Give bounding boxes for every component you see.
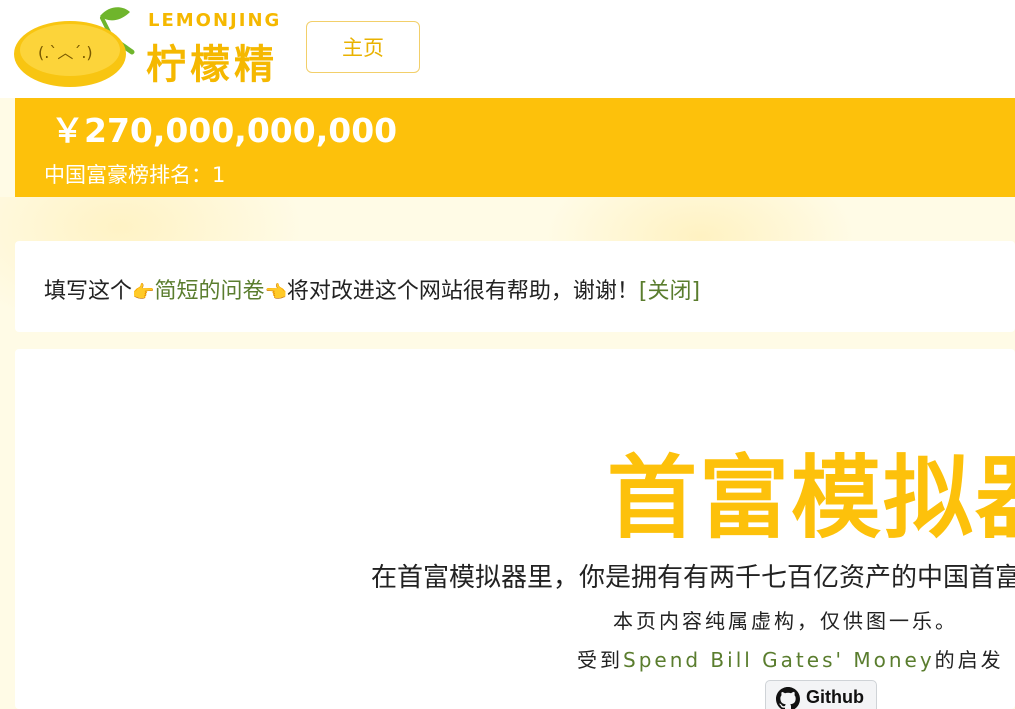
page-subtitle: 在首富模拟器里，你是拥有有两千七百亿资产的中国首富 xyxy=(371,563,1015,593)
rich-list-rank: 中国富豪榜排名：1 xyxy=(44,163,226,187)
site-header: (.ˋ︿ˊ.) LEMONJING 柠檬精 主页 xyxy=(0,0,1015,98)
pointing-right-hand-icon: 👉 xyxy=(132,282,155,303)
survey-notice-text: 填写这个👉简短的问卷👈将对改进这个网站很有帮助，谢谢！[关闭] xyxy=(44,273,700,305)
notice-prefix: 填写这个 xyxy=(44,279,133,304)
money-bar: ￥270,000,000,000 中国富豪榜排名：1 xyxy=(15,98,1015,197)
main-card: 首富模拟器 在首富模拟器里，你是拥有有两千七百亿资产的中国首富 本页内容纯属虚构… xyxy=(15,349,1015,709)
inspired-by-text: 受到Spend Bill Gates' Money的启发 xyxy=(577,644,1004,673)
inspired-suffix: 的启发 xyxy=(934,648,1004,672)
github-button[interactable]: Github xyxy=(765,680,877,709)
logo-chinese-text: 柠檬精 xyxy=(146,42,278,88)
spend-bill-gates-money-link[interactable]: Spend Bill Gates' Money xyxy=(623,648,935,672)
page-title: 首富模拟器 xyxy=(607,446,1015,551)
inspired-prefix: 受到 xyxy=(577,648,623,672)
home-nav-button[interactable]: 主页 xyxy=(306,21,420,73)
pointing-left-hand-icon: 👈 xyxy=(264,282,287,303)
github-icon xyxy=(776,687,800,709)
site-logo[interactable]: (.ˋ︿ˊ.) LEMONJING 柠檬精 xyxy=(12,2,297,90)
page: (.ˋ︿ˊ.) LEMONJING 柠檬精 主页 ￥270,000,000,00… xyxy=(0,0,1015,709)
close-notice-link[interactable]: [关闭] xyxy=(639,279,700,304)
lemon-mascot-icon: (.ˋ︿ˊ.) xyxy=(14,7,135,87)
money-amount: ￥270,000,000,000 xyxy=(51,111,398,150)
github-button-label: Github xyxy=(806,687,864,707)
notice-suffix: 将对改进这个网站很有帮助，谢谢！ xyxy=(286,279,639,304)
svg-text:(.ˋ︿ˊ.): (.ˋ︿ˊ.) xyxy=(38,43,93,62)
disclaimer-text: 本页内容纯属虚构，仅供图一乐。 xyxy=(613,609,958,633)
survey-link[interactable]: 简短的问卷 xyxy=(154,279,264,304)
survey-notice: 填写这个👉简短的问卷👈将对改进这个网站很有帮助，谢谢！[关闭] xyxy=(15,241,1015,332)
logo-english-text: LEMONJING xyxy=(148,10,282,31)
